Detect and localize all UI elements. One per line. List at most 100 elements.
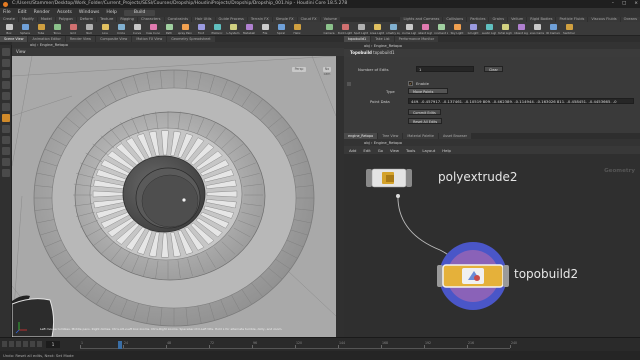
menu-edit[interactable]: Edit	[18, 10, 27, 15]
clear-button[interactable]: Clear	[484, 66, 503, 72]
network-menu-go[interactable]: Go	[378, 148, 383, 153]
shelf-tool-null[interactable]: Null	[82, 23, 96, 35]
shelf-tab-terrain-fx[interactable]: Terrain FX	[247, 17, 272, 22]
play-icon[interactable]	[23, 341, 28, 347]
shelf-tool-font[interactable]: Font	[194, 23, 208, 35]
shelf-tab-oceans[interactable]: Oceans	[620, 17, 640, 22]
rotate-tool-icon[interactable]	[2, 70, 10, 78]
scale-tool-icon[interactable]	[2, 81, 10, 89]
shelf-tab-particles[interactable]: Particles	[467, 17, 489, 22]
shelf-tool-platonic[interactable]: Platonic	[210, 23, 224, 35]
shelf-tool-camera[interactable]: Camera	[322, 23, 336, 35]
shelf-tab-collisions[interactable]: Collisions	[443, 17, 467, 22]
shelf-tool-area-light[interactable]: Area Light	[370, 23, 384, 35]
shelf-tool-file[interactable]: File	[258, 23, 272, 35]
node-name-polyextrude2[interactable]: polyextrude2	[438, 170, 518, 184]
menu-render[interactable]: Render	[34, 10, 50, 15]
network-menu-tools[interactable]: Tools	[406, 148, 415, 153]
desktop-selector[interactable]: Build	[123, 9, 156, 16]
commit-edits-button[interactable]: Commit Edits	[408, 109, 441, 115]
path-segment-obj[interactable]: obj	[364, 43, 370, 48]
close-icon[interactable]: ×	[634, 0, 638, 8]
shelf-tab-modify[interactable]: Modify	[18, 17, 37, 22]
shelf-tool-path[interactable]: Path	[162, 23, 176, 35]
shelf-tab-lights-and-cameras[interactable]: Lights and Cameras	[400, 17, 443, 22]
shelf-tool-geometry-light[interactable]: Geometry Light	[386, 23, 400, 35]
parameter-path-bar[interactable]: obj › Engine_Retopo	[344, 42, 640, 49]
shelf-tab-vellum[interactable]: Vellum	[508, 17, 527, 22]
view-tool-icon[interactable]	[2, 114, 10, 122]
handle-tool-icon[interactable]	[2, 92, 10, 100]
play-reverse-icon[interactable]	[16, 341, 21, 347]
shelf-tab-hair-utils[interactable]: Hair Utils	[192, 17, 215, 22]
menu-assets[interactable]: Assets	[57, 10, 72, 15]
shelf-tab-rigid-bodies[interactable]: Rigid Bodies	[527, 17, 556, 22]
shelf-tool-volume-light[interactable]: Volume Light	[402, 23, 416, 35]
shelf-tool-gi-light[interactable]: GI Light	[466, 23, 480, 35]
shelf-tab-polygon[interactable]: Polygon	[55, 17, 76, 22]
path-segment-object[interactable]: Engine_Retopo	[40, 42, 68, 47]
playhead-marker[interactable]	[118, 341, 122, 349]
pose-tool-icon[interactable]	[2, 103, 10, 111]
network-editor[interactable]: Geometry polyextrude2 topobuild2	[344, 154, 640, 337]
window-controls[interactable]: – □ ×	[612, 0, 638, 8]
path-segment-object[interactable]: Engine_Retopo	[374, 43, 402, 48]
shelf-tool-environment-light[interactable]: Environment Light	[434, 23, 448, 35]
enable-checkbox[interactable]: ✓	[408, 81, 413, 86]
shelf-tool-distant-light[interactable]: Distant Light	[418, 23, 432, 35]
reset-all-edits-button[interactable]: Reset All Edits	[408, 118, 443, 124]
shelf-tab-viscous-fluids[interactable]: Viscous Fluids	[588, 17, 620, 22]
step-back-icon[interactable]	[9, 341, 14, 347]
network-menu-layout[interactable]: Layout	[422, 148, 435, 153]
output-connector-icon[interactable]	[396, 194, 400, 198]
shelf-tool-spiral[interactable]: Spiral	[274, 23, 288, 35]
shelf-tab-deform[interactable]: Deform	[76, 17, 97, 22]
network-menu-add[interactable]: Add	[349, 148, 356, 153]
shelf-tab-create[interactable]: Create	[0, 17, 18, 22]
shelf-tab-texture[interactable]: Texture	[97, 17, 117, 22]
shelf-tool-switcher[interactable]: Switcher	[562, 23, 576, 35]
shelf-tool-draw-curve[interactable]: Draw Curve	[146, 23, 160, 35]
shelf-tool-metaball[interactable]: Metaball	[242, 23, 256, 35]
shelf-tool-curve[interactable]: Curve	[130, 23, 144, 35]
shelf-tool-portal-light[interactable]: Portal Light	[498, 23, 512, 35]
maximize-icon[interactable]: □	[622, 0, 626, 8]
multiparm-remove-icon[interactable]	[347, 82, 351, 86]
shelf-tab-guide-process[interactable]: Guide Process	[215, 17, 247, 22]
move-tool-icon[interactable]	[2, 59, 10, 67]
snap-tool-icon[interactable]	[2, 125, 10, 133]
timeline-track[interactable]: 1 24 48 72 96 120 144 168 192 216 240	[80, 341, 517, 349]
node-name-topobuild2[interactable]: topobuild2	[514, 267, 578, 281]
shelf-tool-box[interactable]: Box	[2, 23, 16, 35]
network-menu-help[interactable]: Help	[442, 148, 451, 153]
number-of-edits-field[interactable]: 1	[416, 66, 474, 72]
current-frame-field[interactable]: 1	[46, 341, 60, 348]
shelf-tab-rigging[interactable]: Rigging	[117, 17, 137, 22]
shelf-tool-tube[interactable]: Tube	[34, 23, 48, 35]
path-segment-obj[interactable]: obj	[364, 140, 370, 145]
shelf-tool-helix[interactable]: Helix	[290, 23, 304, 35]
menu-file[interactable]: File	[3, 10, 11, 15]
shelf-tool-ambient-light[interactable]: Ambient Light	[514, 23, 528, 35]
shelf-tool-spray-paint[interactable]: Spray Paint	[178, 23, 192, 35]
menu-help[interactable]: Help	[106, 10, 116, 15]
persp-camera-badge[interactable]: Persp	[292, 67, 306, 72]
network-path-bar[interactable]: obj › Engine_Retopo	[344, 139, 640, 146]
3d-viewport[interactable]	[12, 56, 336, 337]
node-topobuild2[interactable]	[437, 242, 509, 310]
node-name-label[interactable]: topobuild1	[373, 50, 394, 55]
shelf-tab-volume[interactable]: Volume	[320, 17, 340, 22]
shelf-tool-line[interactable]: Line	[98, 23, 112, 35]
no-cam-badge[interactable]: No cam	[323, 67, 331, 76]
select-tool-icon[interactable]	[2, 48, 10, 56]
shelf-tool-caustic-light[interactable]: Caustic Light	[482, 23, 496, 35]
prims-select-icon[interactable]	[2, 169, 10, 177]
shelf-tab-model[interactable]: Model	[37, 17, 55, 22]
minimize-icon[interactable]: –	[612, 0, 614, 8]
shelf-tool-point-light[interactable]: Point Light	[338, 23, 352, 35]
network-menu-view[interactable]: View	[390, 148, 399, 153]
shelf-tab-cloud-fx[interactable]: Cloud FX	[297, 17, 320, 22]
brush-tool-icon[interactable]	[2, 136, 10, 144]
shelf-tab-grains[interactable]: Grains	[489, 17, 508, 22]
network-menu-edit[interactable]: Edit	[363, 148, 370, 153]
